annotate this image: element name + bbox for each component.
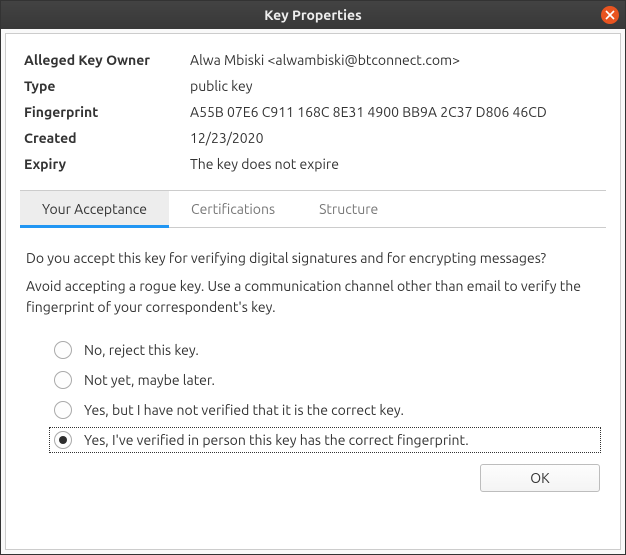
acceptance-question: Do you accept this key for verifying dig… — [26, 250, 600, 266]
radio-label: No, reject this key. — [84, 342, 199, 358]
radio-label: Yes, but I have not verified that it is … — [84, 402, 404, 418]
type-label: Type — [20, 78, 190, 94]
radio-reject[interactable]: No, reject this key. — [50, 338, 600, 362]
close-icon — [605, 10, 615, 20]
created-value: 12/23/2020 — [190, 130, 606, 146]
owner-label: Alleged Key Owner — [20, 52, 190, 68]
radio-verified[interactable]: Yes, I've verified in person this key ha… — [50, 428, 600, 452]
fingerprint-value: A55B 07E6 C911 168C 8E31 4900 BB9A 2C37 … — [190, 104, 606, 120]
close-button[interactable] — [601, 6, 619, 24]
key-properties-window: Key Properties Alleged Key Owner Alwa Mb… — [0, 0, 626, 555]
owner-value: Alwa Mbiski <alwambiski@btconnect.com> — [190, 52, 606, 68]
tab-your-acceptance[interactable]: Your Acceptance — [20, 191, 169, 227]
tab-bar: Your Acceptance Certifications Structure — [20, 190, 606, 228]
radio-icon — [54, 341, 72, 359]
expiry-value: The key does not expire — [190, 156, 606, 172]
acceptance-advice: Avoid accepting a rogue key. Use a commu… — [26, 276, 600, 318]
titlebar: Key Properties — [1, 1, 625, 29]
created-label: Created — [20, 130, 190, 146]
radio-later[interactable]: Not yet, maybe later. — [50, 368, 600, 392]
radio-icon — [54, 401, 72, 419]
radio-icon — [54, 371, 72, 389]
type-value: public key — [190, 78, 606, 94]
content-area: Alleged Key Owner Alwa Mbiski <alwambisk… — [5, 33, 621, 550]
radio-label: Yes, I've verified in person this key ha… — [84, 432, 469, 448]
tab-certifications[interactable]: Certifications — [169, 191, 297, 227]
ok-button[interactable]: OK — [480, 464, 600, 492]
properties-table: Alleged Key Owner Alwa Mbiski <alwambisk… — [20, 52, 606, 172]
radio-icon — [54, 431, 72, 449]
fingerprint-label: Fingerprint — [20, 104, 190, 120]
radio-unverified[interactable]: Yes, but I have not verified that it is … — [50, 398, 600, 422]
acceptance-radio-group: No, reject this key. Not yet, maybe late… — [26, 338, 600, 452]
tab-structure[interactable]: Structure — [297, 191, 400, 227]
radio-label: Not yet, maybe later. — [84, 372, 215, 388]
window-title: Key Properties — [1, 7, 625, 23]
dialog-footer: OK — [26, 452, 600, 492]
acceptance-tab-body: Do you accept this key for verifying dig… — [20, 228, 606, 535]
expiry-label: Expiry — [20, 156, 190, 172]
